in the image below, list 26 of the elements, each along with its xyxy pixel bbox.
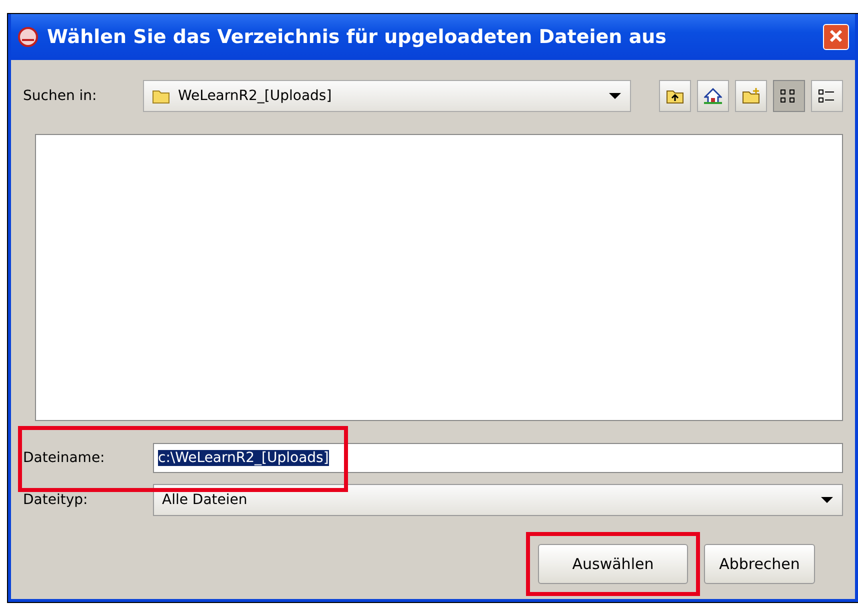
- new-folder-button[interactable]: [735, 80, 767, 112]
- file-type-combo[interactable]: Alle Dateien: [153, 484, 843, 516]
- close-button[interactable]: [823, 24, 849, 50]
- file-name-label: Dateiname:: [23, 450, 106, 466]
- new-folder-icon: [742, 88, 760, 104]
- file-type-label: Dateityp:: [23, 492, 89, 508]
- window-title: Wählen Sie das Verzeichnis für upgeloadeten Dateien aus: [47, 26, 668, 48]
- app-icon: [17, 26, 39, 48]
- home-icon: [704, 88, 722, 104]
- details-view-icon: [818, 88, 836, 104]
- cancel-button[interactable]: Abbrechen: [704, 544, 815, 584]
- list-view-button[interactable]: [773, 80, 805, 112]
- field-value: c:\WeLearnR2_[Uploads]: [158, 450, 329, 466]
- folder-up-button[interactable]: [659, 80, 691, 112]
- folder-up-icon: [666, 88, 684, 104]
- combo-value: WeLearnR2_[Uploads]: [178, 88, 333, 104]
- dropdown-icon: [820, 495, 834, 505]
- home-button[interactable]: [697, 80, 729, 112]
- file-name-field[interactable]: c:\WeLearnR2_[Uploads]: [153, 443, 843, 473]
- dropdown-icon: [608, 91, 622, 101]
- combo-value: Alle Dateien: [162, 492, 248, 508]
- details-view-button[interactable]: [811, 80, 843, 112]
- look-in-label: Suchen in:: [23, 88, 98, 104]
- look-in-combo[interactable]: WeLearnR2_[Uploads]: [143, 80, 631, 112]
- select-button[interactable]: Auswählen: [538, 544, 688, 584]
- folder-icon: [152, 88, 170, 104]
